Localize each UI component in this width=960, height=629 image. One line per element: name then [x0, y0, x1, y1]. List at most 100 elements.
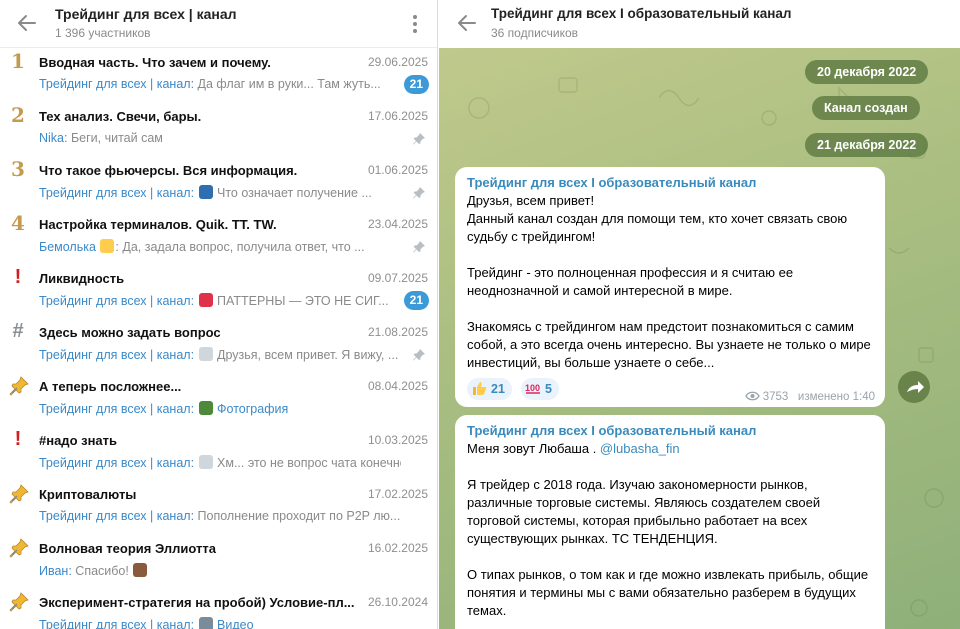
topic-name: Вводная часть. Что зачем и почему.: [39, 55, 271, 70]
topic-date: 23.04.2025: [367, 217, 428, 231]
message-sender: Трейдинг для всех | канал:: [39, 77, 195, 91]
topic-date: 17.02.2025: [367, 487, 428, 501]
message-preview: Хм... это не вопрос чата конечно...: [213, 456, 401, 470]
topic-date: 21.08.2025: [367, 325, 428, 339]
topic-date: 10.03.2025: [367, 433, 428, 447]
user-mention-link[interactable]: @lubasha_fin: [600, 441, 680, 456]
message-preview: Видео: [213, 618, 254, 629]
date-separator: 21 декабря 2022: [805, 133, 929, 157]
post-author[interactable]: Трейдинг для всех I образовательный кана…: [467, 423, 873, 438]
message-preview: Пополнение проходит по P2P лю...: [194, 509, 401, 523]
pushpin-icon: [198, 293, 213, 307]
topic-name: Здесь можно задать вопрос: [39, 325, 221, 340]
pushpin-topic-icon: [9, 374, 29, 396]
back-arrow-icon[interactable]: [16, 12, 38, 34]
topic-name: Настройка терминалов. Quik. TT. TW.: [39, 217, 277, 232]
last-message: Иван: Спасибо!: [39, 563, 401, 578]
message-sender: Трейдинг для всех | канал:: [39, 348, 195, 362]
pinned-icon: [412, 132, 426, 146]
edited-time: изменено 1:40: [797, 391, 875, 403]
topic-row[interactable]: 4 Настройка терминалов. Quik. TT. TW. 23.0…: [0, 210, 437, 264]
post-text: Меня зовут Любаша . @lubasha_fin Я трейд…: [467, 441, 869, 618]
topic-row[interactable]: А теперь посложнее... 08.04.2025 Трейдинг …: [0, 372, 437, 426]
message-preview: Спасибо!: [71, 564, 133, 578]
last-message: Трейдинг для всех | канал: Да флаг им в …: [39, 77, 401, 91]
last-message: Трейдинг для всех | канал: Что означает …: [39, 185, 401, 200]
chat-header: Трейдинг для всех I образовательный кана…: [439, 0, 960, 48]
unread-badge: 21: [403, 75, 429, 94]
message-sender: Бемолька: [39, 240, 96, 254]
topic-name: Волновая теория Эллиотта: [39, 541, 216, 556]
topic-date: 17.06.2025: [367, 109, 428, 123]
message-preview: : Да, задала вопрос, получила ответ, что…: [115, 240, 365, 254]
topic-name: Ликвидность: [39, 271, 125, 286]
member-count: 1 396 участников: [55, 26, 151, 40]
praying-hands-icon: [133, 563, 148, 577]
topic-name: #надо знать: [39, 433, 118, 448]
message-preview: ПАТТЕРНЫ — ЭТО НЕ СИГ...: [213, 294, 389, 308]
forward-button[interactable]: [898, 371, 930, 403]
message-sender: Nika:: [39, 131, 68, 145]
topic-date: 08.04.2025: [367, 379, 428, 393]
last-message: Бемолька : Да, задала вопрос, получила о…: [39, 239, 401, 254]
share-arrow-icon: [907, 381, 924, 393]
topic-row[interactable]: 1 Вводная часть. Что зачем и почему. 29.06…: [0, 48, 437, 102]
channel-title[interactable]: Трейдинг для всех I образовательный кана…: [491, 6, 792, 21]
message-sender: Иван:: [39, 564, 72, 578]
pinned-icon: [412, 186, 426, 200]
message-sender: Трейдинг для всех | канал:: [39, 294, 195, 308]
pushpin-topic-icon: [9, 536, 29, 558]
image-thumb-icon: [198, 455, 213, 469]
hash-icon: #: [12, 320, 24, 342]
subscriber-count: 36 подписчиков: [491, 26, 579, 40]
forward-video-icon: [198, 617, 213, 629]
message-preview: Да флаг им в руки... Там жуть...: [194, 77, 381, 91]
view-count: 3753: [762, 391, 789, 403]
message-sender: Трейдинг для всех | канал:: [39, 456, 195, 470]
chart-icon: [198, 185, 213, 199]
hundred-points-icon: 100: [525, 383, 540, 394]
topic-date: 26.10.2024: [367, 595, 428, 609]
message-preview: Беги, читай сам: [67, 131, 163, 145]
last-message: Трейдинг для всех | канал: Хм... это не …: [39, 455, 401, 470]
topic-row[interactable]: ! Ликвидность 09.07.2025 Трейдинг для всех …: [0, 264, 437, 318]
last-message: Трейдинг для всех | канал: ПАТТЕРНЫ — ЭТ…: [39, 293, 401, 308]
topic-name: Тех анализ. Свечи, бары.: [39, 109, 202, 124]
topic-date: 09.07.2025: [367, 271, 428, 285]
topic-name: Что такое фьючерсы. Вся информация.: [39, 163, 298, 178]
topic-name: Криптовалюты: [39, 487, 137, 502]
group-title[interactable]: Трейдинг для всех | канал: [55, 6, 237, 22]
topics-header: Трейдинг для всех | канал 1 396 участник…: [0, 0, 437, 48]
pinned-icon: [412, 240, 426, 254]
channel-post[interactable]: Трейдинг для всех I образовательный кана…: [455, 167, 885, 407]
last-message: Nika: Беги, читай сам: [39, 131, 401, 145]
topic-number-icon: 3: [11, 157, 25, 181]
exclamation-icon: !: [14, 428, 22, 450]
post-author[interactable]: Трейдинг для всех I образовательный кана…: [467, 175, 873, 190]
back-arrow-icon[interactable]: [456, 12, 478, 34]
topics-panel: Трейдинг для всех | канал 1 396 участник…: [0, 0, 438, 629]
topic-row[interactable]: # Здесь можно задать вопрос 21.08.2025 Трей…: [0, 318, 437, 372]
message-preview: Что означает получение ...: [213, 186, 372, 200]
last-message: Трейдинг для всех | канал: Видео: [39, 617, 401, 629]
date-separator: 20 декабря 2022: [805, 60, 929, 84]
reaction-chip[interactable]: 21: [467, 378, 512, 400]
topic-number-icon: 4: [11, 211, 25, 235]
topic-row[interactable]: ! #надо знать 10.03.2025 Трейдинг для всех …: [0, 426, 437, 480]
party-face-sun-icon: [100, 239, 115, 253]
topic-row[interactable]: 2 Тех анализ. Свечи, бары. 17.06.2025 Nika:…: [0, 102, 437, 156]
more-options-icon[interactable]: [407, 12, 423, 36]
topic-row[interactable]: Эксперимент-стратегия на пробой) Условие…: [0, 588, 437, 629]
topic-row[interactable]: 3 Что такое фьючерсы. Вся информация. 01.0…: [0, 156, 437, 210]
exclamation-icon: !: [14, 266, 22, 288]
post-meta: 3753 изменено 1:40: [744, 391, 875, 403]
reaction-chip[interactable]: 100 5: [521, 378, 559, 400]
topic-name: Эксперимент-стратегия на пробой) Условие…: [39, 595, 355, 610]
svg-text:100: 100: [525, 383, 540, 393]
topic-row[interactable]: Криптовалюты 17.02.2025 Трейдинг для всех …: [0, 480, 437, 534]
channel-post[interactable]: Трейдинг для всех I образовательный кана…: [455, 415, 885, 629]
topic-row[interactable]: Волновая теория Эллиотта 16.02.2025 Иван: …: [0, 534, 437, 588]
topic-date: 01.06.2025: [367, 163, 428, 177]
last-message: Трейдинг для всех | канал: Друзья, всем …: [39, 347, 401, 362]
topic-number-icon: 1: [11, 49, 25, 73]
